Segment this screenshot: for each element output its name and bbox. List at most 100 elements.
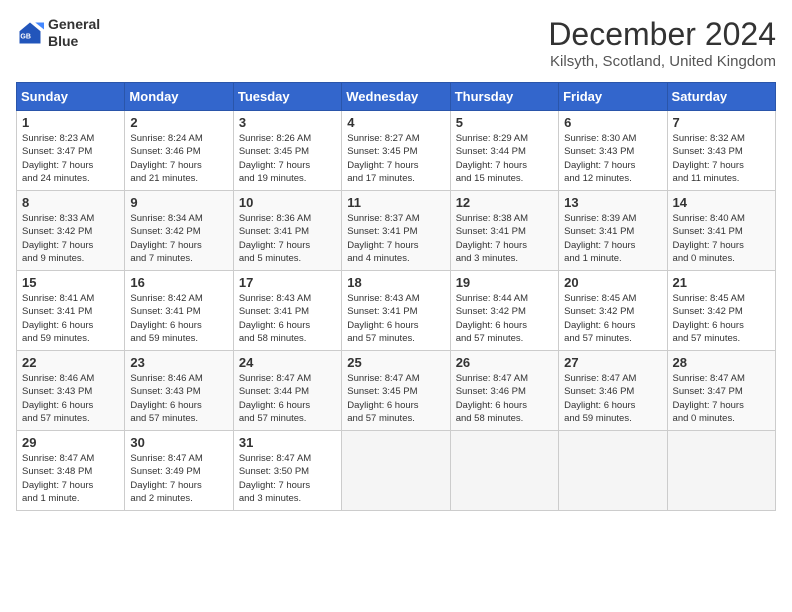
day-number: 25	[347, 355, 444, 370]
day-number: 10	[239, 195, 336, 210]
day-info: Sunrise: 8:45 AM Sunset: 3:42 PM Dayligh…	[564, 292, 661, 345]
day-number: 6	[564, 115, 661, 130]
logo-icon: GB	[16, 19, 44, 47]
calendar-cell: 13 Sunrise: 8:39 AM Sunset: 3:41 PM Dayli…	[559, 191, 667, 271]
day-number: 22	[22, 355, 119, 370]
header-cell-tuesday: Tuesday	[233, 83, 341, 111]
day-info: Sunrise: 8:37 AM Sunset: 3:41 PM Dayligh…	[347, 212, 444, 265]
calendar-cell: 3 Sunrise: 8:26 AM Sunset: 3:45 PM Daylig…	[233, 111, 341, 191]
calendar-cell: 10 Sunrise: 8:36 AM Sunset: 3:41 PM Dayli…	[233, 191, 341, 271]
calendar-cell: 24Sunrise: 8:47 AM Sunset: 3:44 PM Dayli…	[233, 351, 341, 431]
calendar-cell: 4 Sunrise: 8:27 AM Sunset: 3:45 PM Daylig…	[342, 111, 450, 191]
day-info: Sunrise: 8:47 AM Sunset: 3:50 PM Dayligh…	[239, 452, 336, 505]
svg-text:GB: GB	[20, 33, 31, 40]
day-number: 30	[130, 435, 227, 450]
day-info: Sunrise: 8:32 AM Sunset: 3:43 PM Dayligh…	[673, 132, 770, 185]
day-info: Sunrise: 8:47 AM Sunset: 3:49 PM Dayligh…	[130, 452, 227, 505]
day-number: 11	[347, 195, 444, 210]
calendar-cell: 12Sunrise: 8:38 AM Sunset: 3:41 PM Dayli…	[450, 191, 558, 271]
day-info: Sunrise: 8:44 AM Sunset: 3:42 PM Dayligh…	[456, 292, 553, 345]
day-number: 2	[130, 115, 227, 130]
calendar-cell: 30 Sunrise: 8:47 AM Sunset: 3:49 PM Dayli…	[125, 431, 233, 511]
day-info: Sunrise: 8:47 AM Sunset: 3:46 PM Dayligh…	[564, 372, 661, 425]
calendar-cell: 16Sunrise: 8:42 AM Sunset: 3:41 PM Dayli…	[125, 271, 233, 351]
header-cell-sunday: Sunday	[17, 83, 125, 111]
day-number: 26	[456, 355, 553, 370]
day-info: Sunrise: 8:40 AM Sunset: 3:41 PM Dayligh…	[673, 212, 770, 265]
day-number: 3	[239, 115, 336, 130]
calendar-cell: 6Sunrise: 8:30 AM Sunset: 3:43 PM Daylig…	[559, 111, 667, 191]
week-row: 29 Sunrise: 8:47 AM Sunset: 3:48 PM Dayli…	[17, 431, 776, 511]
day-info: Sunrise: 8:36 AM Sunset: 3:41 PM Dayligh…	[239, 212, 336, 265]
day-info: Sunrise: 8:47 AM Sunset: 3:47 PM Dayligh…	[673, 372, 770, 425]
day-info: Sunrise: 8:46 AM Sunset: 3:43 PM Dayligh…	[22, 372, 119, 425]
day-info: Sunrise: 8:33 AM Sunset: 3:42 PM Dayligh…	[22, 212, 119, 265]
calendar-cell: 31 Sunrise: 8:47 AM Sunset: 3:50 PM Dayli…	[233, 431, 341, 511]
calendar-cell: 9Sunrise: 8:34 AM Sunset: 3:42 PM Daylig…	[125, 191, 233, 271]
logo-text: General Blue	[48, 16, 100, 50]
day-number: 14	[673, 195, 770, 210]
calendar-cell	[667, 431, 775, 511]
calendar-cell: 20 Sunrise: 8:45 AM Sunset: 3:42 PM Dayli…	[559, 271, 667, 351]
logo: GB General Blue	[16, 16, 100, 50]
location-subtitle: Kilsyth, Scotland, United Kingdom	[548, 53, 776, 70]
day-info: Sunrise: 8:38 AM Sunset: 3:41 PM Dayligh…	[456, 212, 553, 265]
day-info: Sunrise: 8:47 AM Sunset: 3:46 PM Dayligh…	[456, 372, 553, 425]
day-info: Sunrise: 8:24 AM Sunset: 3:46 PM Dayligh…	[130, 132, 227, 185]
calendar-cell: 25 Sunrise: 8:47 AM Sunset: 3:45 PM Dayli…	[342, 351, 450, 431]
header-cell-monday: Monday	[125, 83, 233, 111]
header-cell-wednesday: Wednesday	[342, 83, 450, 111]
day-number: 19	[456, 275, 553, 290]
day-number: 23	[130, 355, 227, 370]
week-row: 22 Sunrise: 8:46 AM Sunset: 3:43 PM Dayli…	[17, 351, 776, 431]
calendar-cell: 26 Sunrise: 8:47 AM Sunset: 3:46 PM Dayli…	[450, 351, 558, 431]
week-row: 15 Sunrise: 8:41 AM Sunset: 3:41 PM Dayli…	[17, 271, 776, 351]
calendar-cell	[342, 431, 450, 511]
day-number: 1	[22, 115, 119, 130]
day-number: 29	[22, 435, 119, 450]
calendar-cell: 2 Sunrise: 8:24 AM Sunset: 3:46 PM Daylig…	[125, 111, 233, 191]
calendar-cell: 18Sunrise: 8:43 AM Sunset: 3:41 PM Dayli…	[342, 271, 450, 351]
calendar-cell: 21 Sunrise: 8:45 AM Sunset: 3:42 PM Dayli…	[667, 271, 775, 351]
calendar-cell: 1 Sunrise: 8:23 AM Sunset: 3:47 PM Daylig…	[17, 111, 125, 191]
calendar-cell: 11 Sunrise: 8:37 AM Sunset: 3:41 PM Dayli…	[342, 191, 450, 271]
day-number: 13	[564, 195, 661, 210]
calendar-cell	[559, 431, 667, 511]
header-row: SundayMondayTuesdayWednesdayThursdayFrid…	[17, 83, 776, 111]
day-number: 4	[347, 115, 444, 130]
day-number: 8	[22, 195, 119, 210]
calendar-cell: 15 Sunrise: 8:41 AM Sunset: 3:41 PM Dayli…	[17, 271, 125, 351]
day-info: Sunrise: 8:47 AM Sunset: 3:48 PM Dayligh…	[22, 452, 119, 505]
calendar-cell: 14 Sunrise: 8:40 AM Sunset: 3:41 PM Dayli…	[667, 191, 775, 271]
calendar-cell: 17Sunrise: 8:43 AM Sunset: 3:41 PM Dayli…	[233, 271, 341, 351]
day-number: 7	[673, 115, 770, 130]
day-number: 5	[456, 115, 553, 130]
calendar-cell: 7 Sunrise: 8:32 AM Sunset: 3:43 PM Daylig…	[667, 111, 775, 191]
day-info: Sunrise: 8:23 AM Sunset: 3:47 PM Dayligh…	[22, 132, 119, 185]
week-row: 1 Sunrise: 8:23 AM Sunset: 3:47 PM Daylig…	[17, 111, 776, 191]
day-number: 21	[673, 275, 770, 290]
calendar-cell: 22 Sunrise: 8:46 AM Sunset: 3:43 PM Dayli…	[17, 351, 125, 431]
day-info: Sunrise: 8:47 AM Sunset: 3:45 PM Dayligh…	[347, 372, 444, 425]
day-info: Sunrise: 8:45 AM Sunset: 3:42 PM Dayligh…	[673, 292, 770, 345]
calendar-cell: 5Sunrise: 8:29 AM Sunset: 3:44 PM Daylig…	[450, 111, 558, 191]
calendar-cell: 29 Sunrise: 8:47 AM Sunset: 3:48 PM Dayli…	[17, 431, 125, 511]
day-number: 20	[564, 275, 661, 290]
calendar-cell: 27Sunrise: 8:47 AM Sunset: 3:46 PM Dayli…	[559, 351, 667, 431]
day-number: 15	[22, 275, 119, 290]
calendar-table: SundayMondayTuesdayWednesdayThursdayFrid…	[16, 82, 776, 511]
day-number: 16	[130, 275, 227, 290]
calendar-header: SundayMondayTuesdayWednesdayThursdayFrid…	[17, 83, 776, 111]
page-header: GB General Blue December 2024 Kilsyth, S…	[16, 16, 776, 70]
day-info: Sunrise: 8:27 AM Sunset: 3:45 PM Dayligh…	[347, 132, 444, 185]
day-info: Sunrise: 8:26 AM Sunset: 3:45 PM Dayligh…	[239, 132, 336, 185]
header-cell-friday: Friday	[559, 83, 667, 111]
header-cell-thursday: Thursday	[450, 83, 558, 111]
calendar-cell: 19 Sunrise: 8:44 AM Sunset: 3:42 PM Dayli…	[450, 271, 558, 351]
day-info: Sunrise: 8:34 AM Sunset: 3:42 PM Dayligh…	[130, 212, 227, 265]
day-number: 31	[239, 435, 336, 450]
calendar-body: 1 Sunrise: 8:23 AM Sunset: 3:47 PM Daylig…	[17, 111, 776, 511]
day-number: 18	[347, 275, 444, 290]
day-info: Sunrise: 8:39 AM Sunset: 3:41 PM Dayligh…	[564, 212, 661, 265]
day-info: Sunrise: 8:41 AM Sunset: 3:41 PM Dayligh…	[22, 292, 119, 345]
